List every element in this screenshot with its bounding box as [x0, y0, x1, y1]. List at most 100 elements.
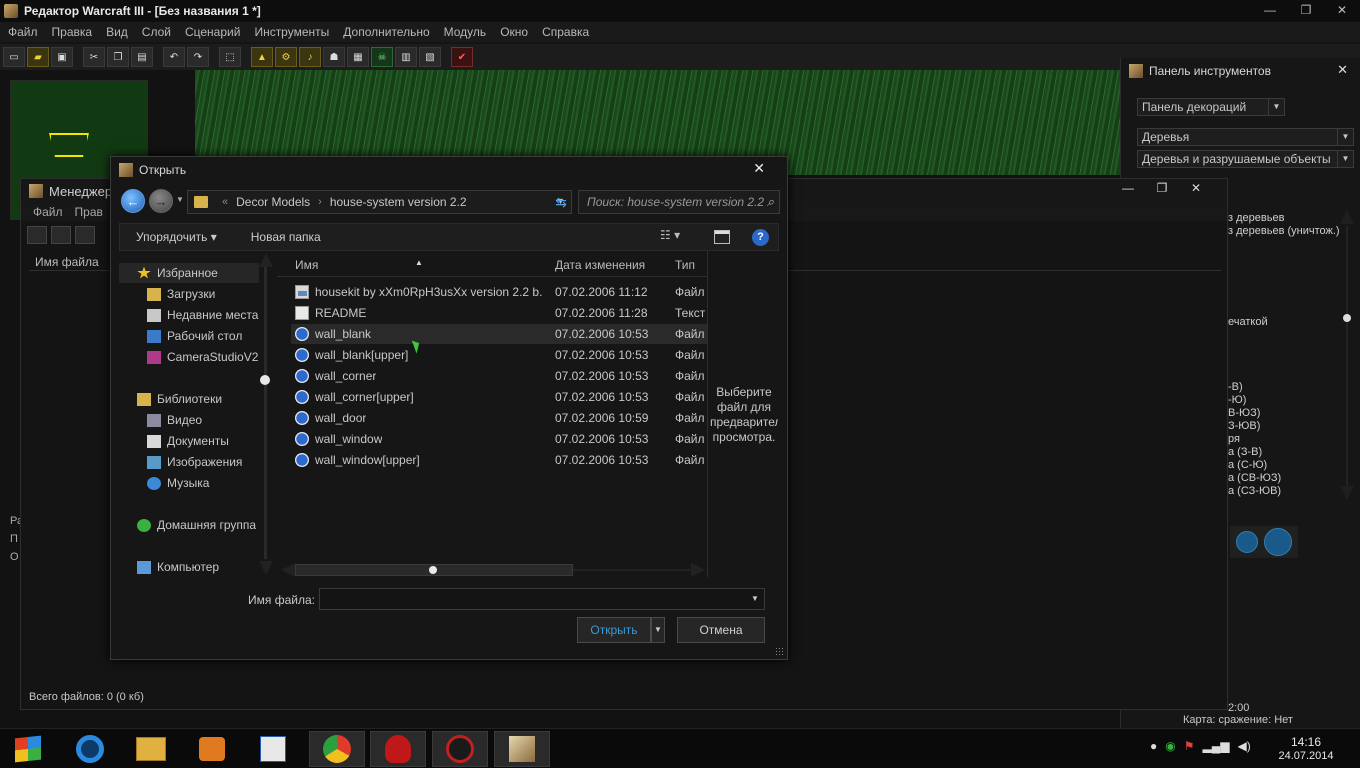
taskbar-media-player[interactable] — [184, 731, 240, 767]
palette-scrollbar[interactable] — [1340, 210, 1354, 500]
filename-input[interactable] — [319, 588, 765, 610]
editor-minimize-button[interactable]: — — [1252, 0, 1288, 22]
nav-item[interactable]: Видео — [119, 410, 202, 430]
taskbar-paint[interactable] — [245, 731, 301, 767]
subcategory-select[interactable]: Деревья и разрушаемые объекты ▼ — [1137, 150, 1354, 168]
list-item[interactable]: -В) — [1228, 381, 1281, 394]
list-item[interactable]: а (С-Ю) — [1228, 459, 1281, 472]
test-map-icon[interactable]: ✔ — [451, 47, 473, 67]
sound-editor-icon[interactable]: ♪ — [299, 47, 321, 67]
nav-item[interactable]: Рабочий стол — [119, 326, 242, 346]
tray-status-icon[interactable]: ◉ — [1165, 739, 1175, 753]
column-name[interactable]: Имя — [295, 258, 318, 272]
panel-select[interactable]: Панель декораций ▼ — [1137, 98, 1285, 116]
refresh-button[interactable]: ⇆ — [549, 190, 573, 214]
new-map-icon[interactable]: ▭ — [3, 47, 25, 67]
file-row[interactable]: wall_corner 07.02.2006 10:53 Файл — [291, 366, 707, 386]
nav-item[interactable]: Документы — [119, 431, 229, 451]
ai-editor-icon[interactable]: ☠ — [371, 47, 393, 67]
file-row[interactable]: README 07.02.2006 11:28 Текст — [291, 303, 707, 323]
help-icon[interactable]: ? — [752, 229, 769, 246]
copy-icon[interactable]: ❐ — [107, 47, 129, 67]
cancel-button[interactable]: Отмена — [677, 617, 765, 643]
menu-item[interactable]: Правка — [52, 25, 93, 39]
open-map-icon[interactable]: ▰ — [27, 47, 49, 67]
nav-item[interactable]: Избранное — [119, 263, 259, 283]
open-icon[interactable] — [51, 226, 71, 244]
object-editor-icon[interactable]: ☗ — [323, 47, 345, 67]
navigation-scrollbar[interactable] — [259, 253, 273, 575]
nav-item[interactable]: Компьютер — [119, 557, 219, 577]
dialog-close-button[interactable]: ✕ — [753, 160, 765, 177]
resize-grip-icon[interactable] — [775, 647, 783, 655]
taskbar-warcraft-editor[interactable] — [494, 731, 550, 767]
nav-item[interactable]: Недавние места — [119, 305, 258, 325]
manager-menu-item[interactable]: Файл — [33, 205, 63, 219]
list-item[interactable]: а (СЗ-ЮВ) — [1228, 485, 1281, 498]
menu-item[interactable]: Файл — [8, 25, 38, 39]
manager-restore-button[interactable]: ❐ — [1145, 181, 1179, 195]
tray-flag-icon[interactable]: ⚑ — [1184, 739, 1195, 753]
file-list-hscrollbar[interactable] — [281, 563, 705, 577]
list-item[interactable]: з деревьев — [1228, 212, 1340, 225]
campaign-editor-icon[interactable]: ▦ — [347, 47, 369, 67]
signal-icon[interactable]: ▂▄▆ — [1203, 739, 1230, 753]
breadcrumb-current-folder[interactable]: house-system version 2.2 — [330, 195, 467, 209]
undo-icon[interactable]: ↶ — [163, 47, 185, 67]
open-options-dropdown[interactable]: ▼ — [651, 617, 665, 643]
file-row[interactable]: wall_blank[upper] 07.02.2006 10:53 Файл — [291, 345, 707, 365]
file-row[interactable]: wall_corner[upper] 07.02.2006 10:53 Файл — [291, 387, 707, 407]
chevron-down-icon[interactable]: ▼ — [751, 594, 759, 603]
manager-minimize-button[interactable]: — — [1111, 181, 1145, 195]
taskbar-chrome[interactable] — [309, 731, 365, 767]
column-date-modified[interactable]: Дата изменения — [555, 258, 645, 272]
manager-close-button[interactable]: ✕ — [1179, 181, 1213, 195]
terrain-editor-icon[interactable]: ▲ — [251, 47, 273, 67]
new-folder-button[interactable]: Новая папка — [251, 230, 321, 244]
open-button[interactable]: Открыть — [577, 617, 651, 643]
view-options-button[interactable]: ☷ ▾ — [660, 228, 680, 242]
taskbar-app-red[interactable] — [370, 731, 426, 767]
address-bar[interactable]: « Decor Models › house-system version 2.… — [187, 190, 572, 214]
taskbar-garena[interactable] — [432, 731, 488, 767]
menu-item[interactable]: Справка — [542, 25, 589, 39]
menu-item[interactable]: Сценарий — [185, 25, 240, 39]
menu-item[interactable]: Инструменты — [254, 25, 329, 39]
scroll-up-icon[interactable] — [1340, 210, 1354, 224]
list-item[interactable]: а (З-В) — [1228, 446, 1281, 459]
redo-icon[interactable]: ↷ — [187, 47, 209, 67]
preview-pane-icon[interactable] — [714, 230, 730, 244]
breadcrumb-overflow-icon[interactable]: « — [222, 196, 228, 208]
file-row[interactable]: wall_window 07.02.2006 10:53 Файл — [291, 429, 707, 449]
manager-menu-item[interactable]: Прав — [75, 205, 103, 219]
object-manager-icon[interactable]: ▥ — [395, 47, 417, 67]
menu-item[interactable]: Вид — [106, 25, 128, 39]
list-item[interactable]: ря — [1228, 433, 1281, 446]
nav-item[interactable]: Музыка — [119, 473, 209, 493]
breadcrumb-separator-icon[interactable]: › — [318, 196, 322, 208]
palette-close-button[interactable]: ✕ — [1337, 62, 1348, 78]
menu-item[interactable]: Окно — [500, 25, 528, 39]
file-row[interactable]: wall_door 07.02.2006 10:59 Файл — [291, 408, 707, 428]
list-item[interactable]: -Ю) — [1228, 394, 1281, 407]
file-row[interactable]: wall_window[upper] 07.02.2006 10:53 Файл — [291, 450, 707, 470]
column-type[interactable]: Тип — [675, 258, 695, 272]
scroll-right-icon[interactable] — [691, 563, 705, 577]
history-dropdown-icon[interactable]: ▼ — [176, 195, 184, 204]
menu-item[interactable]: Слой — [142, 25, 171, 39]
editor-close-button[interactable]: ✕ — [1324, 0, 1360, 22]
paste-icon[interactable]: ▤ — [131, 47, 153, 67]
list-item[interactable]: В-ЮЗ) — [1228, 407, 1281, 420]
column-filename[interactable]: Имя файла — [35, 255, 99, 269]
menu-item[interactable]: Дополнительно — [343, 25, 429, 39]
menu-item[interactable]: Модуль — [444, 25, 487, 39]
taskbar-internet-explorer[interactable] — [62, 731, 118, 767]
volume-icon[interactable]: ◀) — [1237, 739, 1250, 753]
category-select[interactable]: Деревья ▼ — [1137, 128, 1354, 146]
taskbar-file-explorer[interactable] — [123, 731, 179, 767]
list-item[interactable]: ечаткой — [1228, 316, 1268, 329]
nav-item[interactable]: Загрузки — [119, 284, 215, 304]
organize-button[interactable]: Упорядочить ▾ — [136, 230, 217, 244]
file-row[interactable]: wall_blank 07.02.2006 10:53 Файл — [291, 324, 707, 344]
scroll-thumb[interactable] — [1343, 314, 1351, 322]
